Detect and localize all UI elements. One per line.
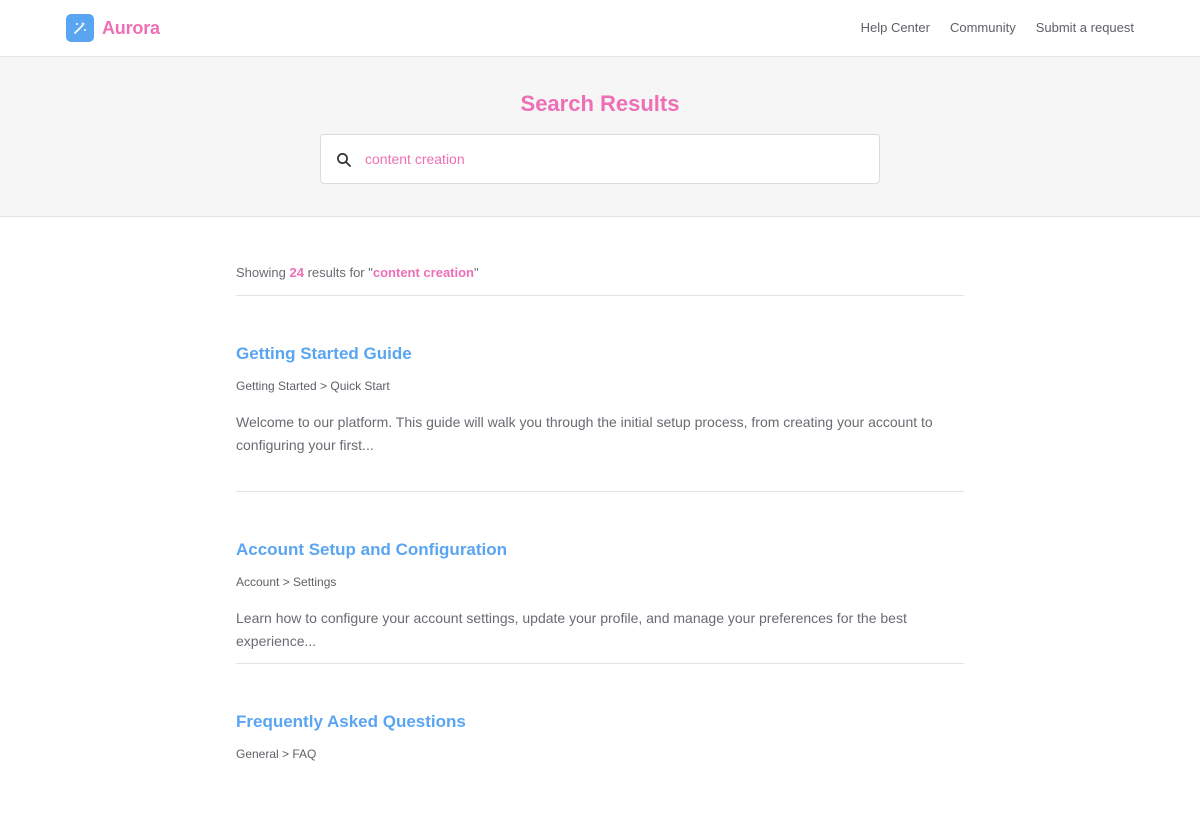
nav-help-center[interactable]: Help Center xyxy=(861,20,930,35)
search-icon xyxy=(336,152,352,168)
result-title-link[interactable]: Frequently Asked Questions xyxy=(236,712,466,732)
search-hero: Search Results xyxy=(0,57,1200,217)
brand-home-link[interactable]: Aurora xyxy=(66,14,160,42)
magic-wand-icon xyxy=(66,14,94,42)
result-item: Account Setup and Configuration Account … xyxy=(236,492,964,664)
result-title-link[interactable]: Getting Started Guide xyxy=(236,344,412,364)
result-item: Getting Started Guide Getting Started > … xyxy=(236,296,964,492)
search-box[interactable] xyxy=(320,134,880,184)
search-input[interactable] xyxy=(365,135,865,183)
result-breadcrumb: General > FAQ xyxy=(236,747,317,761)
top-navigation-bar: Aurora Help Center Community Submit a re… xyxy=(0,0,1200,57)
result-title-link[interactable]: Account Setup and Configuration xyxy=(236,540,507,560)
summary-suffix: " xyxy=(474,265,479,280)
nav-community[interactable]: Community xyxy=(950,20,1016,35)
result-excerpt: Welcome to our platform. This guide will… xyxy=(236,414,933,453)
result-item: Frequently Asked Questions General > FAQ xyxy=(236,664,964,836)
results-count: 24 xyxy=(289,265,304,280)
results-query: content creation xyxy=(372,265,474,280)
summary-middle: results for " xyxy=(303,265,373,280)
result-excerpt: Learn how to configure your account sett… xyxy=(236,610,907,649)
summary-prefix: Showing xyxy=(236,265,290,280)
brand-name: Aurora xyxy=(102,17,160,38)
result-breadcrumb: Account > Settings xyxy=(236,575,337,589)
search-results: Showing 24 results for "content creation… xyxy=(236,217,964,836)
results-summary: Showing 24 results for "content creation… xyxy=(236,265,964,296)
page-title: Search Results xyxy=(520,91,680,116)
nav-submit-request[interactable]: Submit a request xyxy=(1036,20,1134,35)
result-breadcrumb: Getting Started > Quick Start xyxy=(236,379,390,393)
header-nav: Help Center Community Submit a request xyxy=(861,20,1134,35)
